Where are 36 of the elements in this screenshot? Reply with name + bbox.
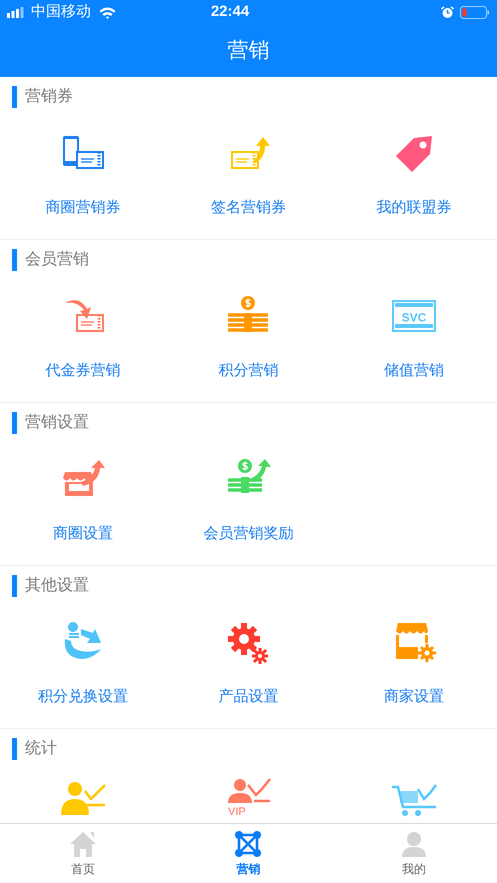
tab[interactable]: 首页: [0, 824, 166, 883]
item-label[interactable]: 积分营销: [218, 361, 278, 381]
item-label[interactable]: 积分兑换设置: [38, 687, 128, 707]
item-label[interactable]: 代金券营销: [45, 361, 120, 381]
section-marker: [12, 86, 17, 108]
item-label[interactable]: 会员营销奖励: [203, 524, 294, 544]
page-title: 营销: [228, 38, 270, 64]
section-title: 营销券: [25, 86, 73, 107]
item-label[interactable]: 我的联盟券: [376, 198, 452, 218]
tab[interactable]: 营销: [166, 824, 332, 883]
section-title: 统计: [25, 738, 57, 759]
section-marker: [12, 412, 17, 434]
network-icon: [234, 830, 262, 858]
user-icon: [400, 830, 428, 858]
item-label[interactable]: 储值营销: [384, 361, 444, 381]
item-label[interactable]: 商圈设置: [52, 524, 113, 544]
home-icon: [68, 830, 97, 858]
section-marker: [12, 575, 17, 597]
alarm-icon: [441, 6, 454, 19]
battery-icon: [460, 6, 490, 19]
item-label[interactable]: 产品设置: [218, 687, 278, 707]
section-marker: [12, 738, 17, 760]
signal-icon: [7, 7, 25, 18]
tab[interactable]: 我的: [331, 824, 497, 883]
section-title: 会员营销: [25, 250, 89, 270]
section-title: 其他设置: [25, 576, 89, 596]
section-marker: [12, 249, 17, 271]
wifi-icon: [99, 6, 116, 18]
item-label[interactable]: 商家设置: [384, 687, 444, 707]
status-time: 22:44: [210, 2, 250, 22]
vip-label: VIP: [228, 806, 246, 818]
carrier-name: 中国移动: [31, 2, 91, 22]
item-label[interactable]: 商圈营销券: [45, 198, 120, 218]
section-title: 营销设置: [25, 412, 89, 433]
item-label[interactable]: 签名营销券: [210, 198, 286, 218]
card-label: SVC: [402, 310, 426, 324]
